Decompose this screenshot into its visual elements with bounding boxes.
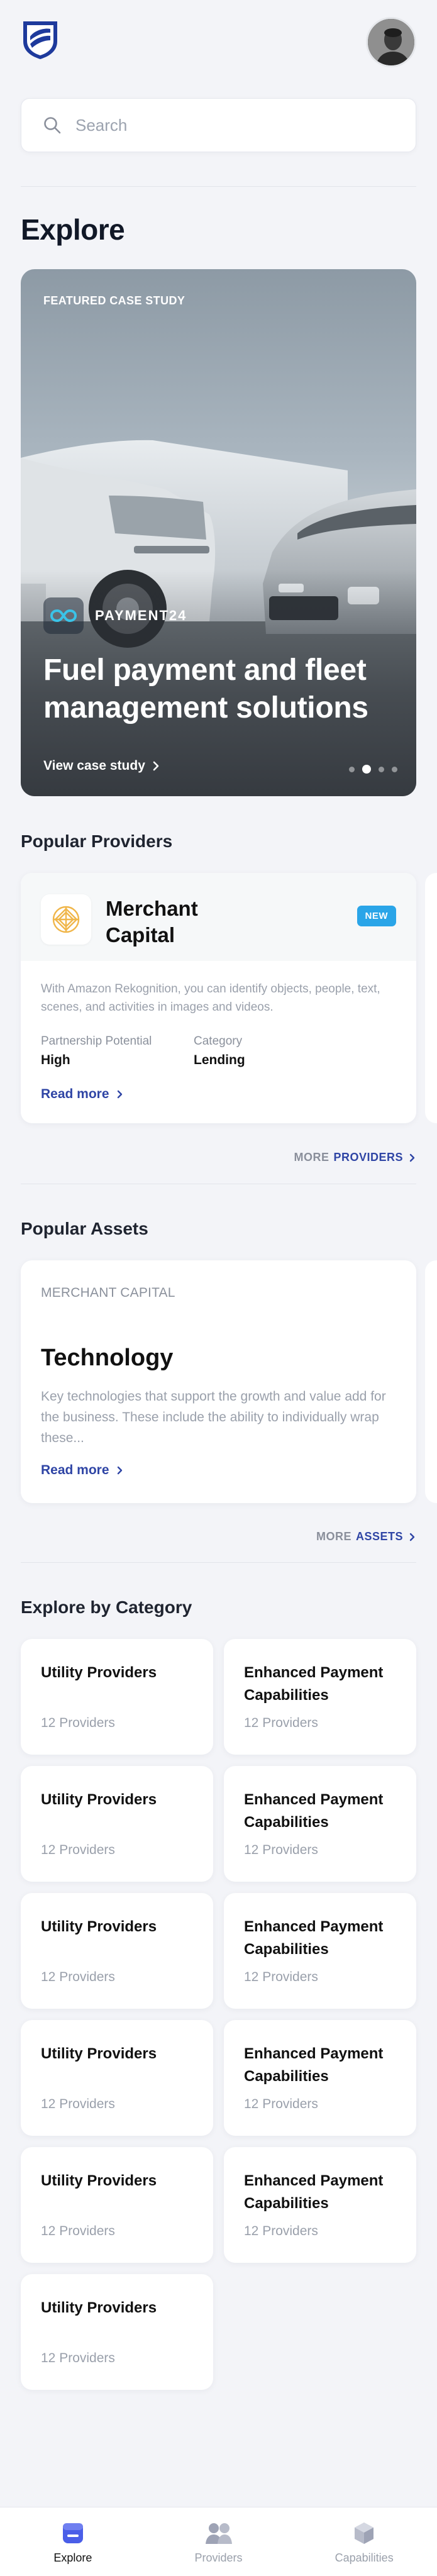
category-card[interactable]: Enhanced Payment Capabilities 12 Provide… <box>224 1639 416 1755</box>
category-count: 12 Providers <box>244 1843 318 1857</box>
category-card[interactable]: Utility Providers 12 Providers <box>21 1766 213 1882</box>
chevron-right-icon <box>117 1466 122 1475</box>
category-count: 12 Providers <box>41 2224 115 2238</box>
more-accent: ASSETS <box>355 1530 403 1543</box>
capabilities-icon <box>355 2523 374 2544</box>
assets-section-title: Popular Assets <box>21 1219 148 1238</box>
category-count: 12 Providers <box>244 2224 318 2238</box>
chevron-right-icon <box>409 1153 415 1162</box>
category-card[interactable]: Enhanced Payment Capabilities 12 Provide… <box>224 2147 416 2263</box>
category-title: Enhanced Payment Capabilities <box>244 2045 384 2085</box>
featured-brand: PAYMENT24 <box>43 597 187 634</box>
category-title: Utility Providers <box>41 2045 157 2062</box>
page-title: Explore <box>21 213 125 246</box>
nav-item-providers[interactable]: Providers <box>146 2507 292 2576</box>
asset-card[interactable]: MERCHANT CAPITAL Technology Key technolo… <box>21 1260 416 1503</box>
featured-brand-name: PAYMENT24 <box>95 608 187 623</box>
carousel-dot[interactable] <box>392 766 397 772</box>
category-value: Lending <box>194 1053 245 1067</box>
partnership-potential-value: High <box>41 1053 70 1067</box>
category-card[interactable]: Enhanced Payment Capabilities 12 Provide… <box>224 1893 416 2009</box>
category-count: 12 Providers <box>244 1716 318 1730</box>
category-title: Utility Providers <box>41 2172 157 2189</box>
more-prefix: MORE <box>294 1151 329 1163</box>
nav-item-capabilities[interactable]: Capabilities <box>291 2507 437 2576</box>
more-accent: PROVIDERS <box>333 1151 403 1163</box>
category-title: Enhanced Payment Capabilities <box>244 1918 384 1958</box>
cta-label: View case study <box>43 758 145 773</box>
new-badge: NEW <box>357 906 396 926</box>
category-count: 12 Providers <box>41 1843 115 1857</box>
asset-title: Technology <box>41 1345 174 1371</box>
carousel-dots[interactable] <box>349 765 397 774</box>
divider <box>21 186 416 187</box>
search-icon <box>44 117 61 134</box>
category-title: Enhanced Payment Capabilities <box>244 1791 384 1831</box>
partnership-potential-label: Partnership Potential <box>41 1035 152 1048</box>
nav-label: Explore <box>53 2551 92 2564</box>
chevron-right-icon <box>153 761 159 771</box>
category-card[interactable]: Utility Providers 12 Providers <box>21 2020 213 2136</box>
category-title: Utility Providers <box>41 2299 157 2316</box>
chevron-right-icon <box>409 1533 415 1541</box>
provider-description: With Amazon Rekognition, you can identif… <box>41 982 380 1014</box>
featured-eyebrow: FEATURED CASE STUDY <box>43 294 185 307</box>
category-card[interactable]: Utility Providers 12 Providers <box>21 1893 213 2009</box>
search-bar[interactable] <box>21 98 416 152</box>
more-prefix: MORE <box>316 1530 351 1543</box>
merchant-capital-logo <box>41 894 91 945</box>
category-title: Enhanced Payment Capabilities <box>244 2172 384 2212</box>
featured-case-study-card[interactable]: FEATURED CASE STUDY PAYMENT24 Fuel payme… <box>21 269 416 796</box>
nav-label: Capabilities <box>335 2551 394 2564</box>
view-case-study-link[interactable]: View case study <box>43 758 159 774</box>
category-count: 12 Providers <box>244 1970 318 1984</box>
asset-eyebrow: MERCHANT CAPITAL <box>41 1285 175 1300</box>
category-label: Category <box>194 1035 243 1048</box>
more-assets-link[interactable]: MORE ASSETS <box>316 1530 416 1543</box>
read-more-label: Read more <box>41 1463 109 1477</box>
carousel-dot-active[interactable] <box>362 765 371 774</box>
category-count: 12 Providers <box>244 2097 318 2111</box>
providers-section-title: Popular Providers <box>21 831 173 851</box>
category-title: Utility Providers <box>41 1791 157 1808</box>
more-providers-link[interactable]: MORE PROVIDERS <box>294 1151 416 1164</box>
read-more-label: Read more <box>41 1087 109 1101</box>
next-provider-card-peek[interactable] <box>425 873 437 1123</box>
user-avatar[interactable] <box>366 17 416 67</box>
category-count: 12 Providers <box>41 1970 115 1984</box>
category-count: 12 Providers <box>41 1716 115 1730</box>
carousel-dot[interactable] <box>379 766 384 772</box>
category-card[interactable]: Utility Providers 12 Providers <box>21 1639 213 1755</box>
nav-label: Providers <box>194 2551 243 2564</box>
category-count: 12 Providers <box>41 2097 115 2111</box>
read-more-link[interactable]: Read more <box>41 1087 123 1102</box>
divider <box>21 1562 416 1563</box>
asset-description: Key technologies that support the growth… <box>41 1389 386 1445</box>
category-card[interactable]: Enhanced Payment Capabilities 12 Provide… <box>224 2020 416 2136</box>
bottom-nav: Explore Providers Capabilities <box>0 2507 437 2576</box>
read-more-link[interactable]: Read more <box>41 1463 123 1478</box>
bank-shield-logo[interactable] <box>21 19 60 60</box>
category-title: Utility Providers <box>41 1664 157 1681</box>
category-title: Utility Providers <box>41 1918 157 1935</box>
nav-item-explore[interactable]: Explore <box>0 2507 146 2576</box>
category-card[interactable]: Utility Providers 12 Providers <box>21 2274 213 2390</box>
top-bar <box>0 0 437 88</box>
payment24-logo <box>43 597 84 634</box>
explore-icon <box>62 2523 83 2543</box>
search-input[interactable] <box>75 115 390 135</box>
categories-section-title: Explore by Category <box>21 1597 192 1617</box>
provider-card[interactable]: Merchant Capital NEW With Amazon Rekogni… <box>21 873 416 1123</box>
category-card[interactable]: Utility Providers 12 Providers <box>21 2147 213 2263</box>
carousel-dot[interactable] <box>349 766 355 772</box>
provider-name: Merchant Capital <box>106 897 198 947</box>
featured-headline: Fuel payment and fleet management soluti… <box>43 653 368 724</box>
category-title: Enhanced Payment Capabilities <box>244 1664 384 1704</box>
next-asset-card-peek[interactable] <box>425 1260 437 1503</box>
category-card[interactable]: Enhanced Payment Capabilities 12 Provide… <box>224 1766 416 1882</box>
providers-icon <box>205 2523 232 2544</box>
chevron-right-icon <box>117 1090 122 1099</box>
category-count: 12 Providers <box>41 2351 115 2365</box>
